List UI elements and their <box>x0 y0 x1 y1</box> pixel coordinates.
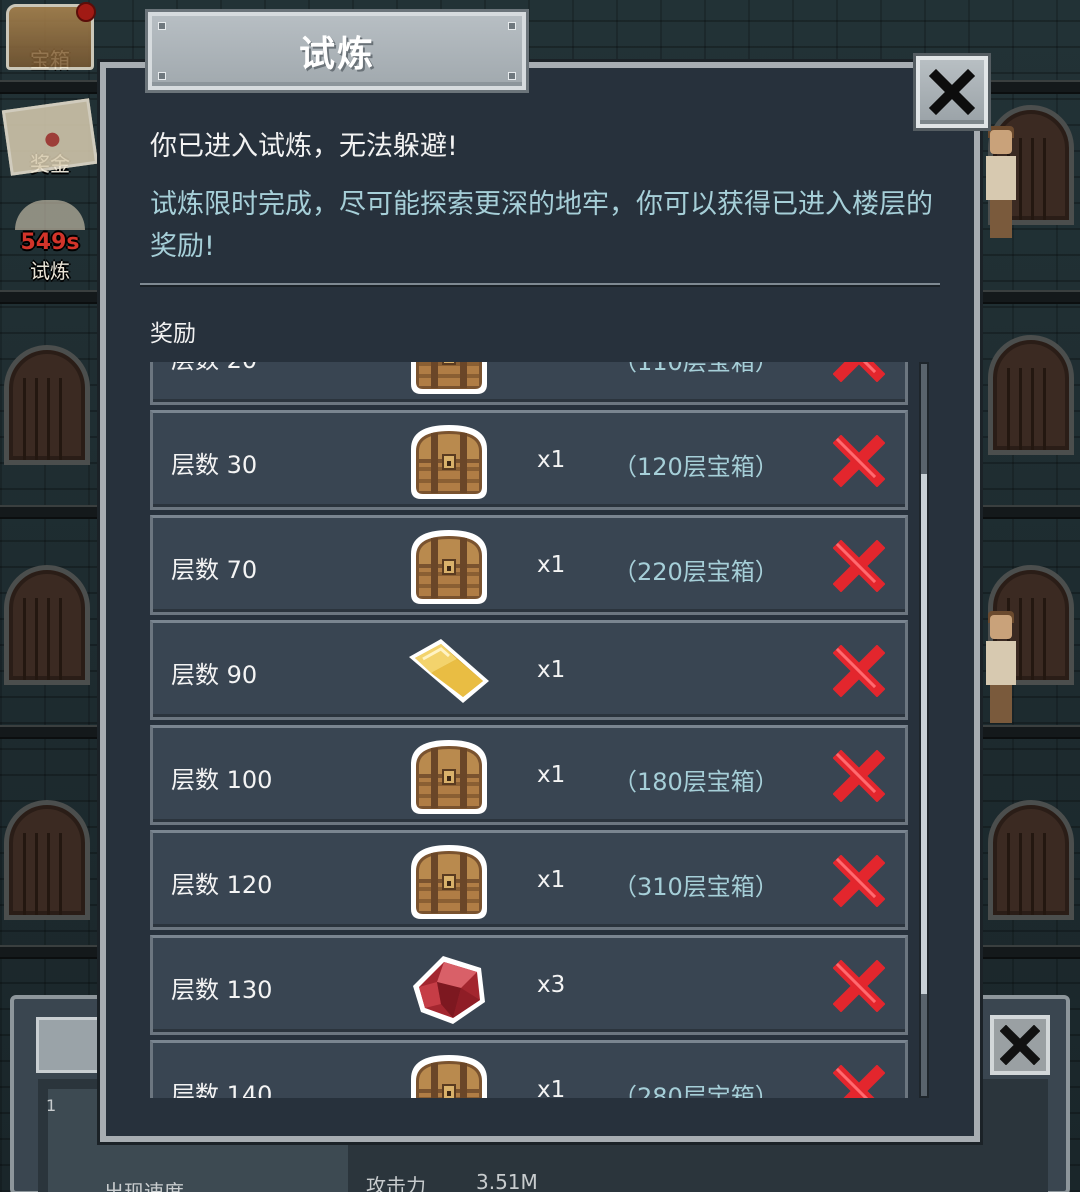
reward-list[interactable]: 层数 20 x1 （110层宝箱） 层数 30 x1 （120层宝箱） 层数 70 <box>150 362 912 1098</box>
gold-bar-icon <box>401 629 497 715</box>
hero-sprite <box>980 611 1020 725</box>
reward-row: 层数 120 x1 （310层宝箱） <box>150 830 908 930</box>
reward-scrollbar[interactable] <box>919 362 929 1098</box>
section-divider <box>140 283 940 287</box>
sidebar-label-trial: 试炼 <box>30 259 70 283</box>
reward-row: 层数 90 x1 <box>150 620 908 720</box>
reward-quantity: x1 <box>537 762 566 788</box>
letter-icon <box>1 98 99 176</box>
reward-floor: 层数 70 <box>171 556 258 584</box>
reward-row: 层数 100 x1 （180层宝箱） <box>150 725 908 825</box>
not-claimed-cross-icon <box>832 854 886 908</box>
treasure-chest-icon <box>401 839 497 925</box>
reward-quantity: x1 <box>537 552 566 578</box>
dialog-title: 试炼 <box>298 34 375 75</box>
scroll-icon <box>15 200 85 230</box>
reward-floor: 层数 120 <box>171 871 273 899</box>
not-claimed-cross-icon <box>832 362 886 383</box>
not-claimed-cross-icon <box>832 644 886 698</box>
bottom-caption: 出现速度 <box>104 1180 184 1192</box>
reward-note: （220层宝箱） <box>613 558 779 586</box>
rewards-heading: 奖励 <box>150 321 196 347</box>
treasure-chest-icon <box>401 1049 497 1098</box>
treasure-chest-icon <box>401 362 497 400</box>
reward-note: （120层宝箱） <box>613 453 779 481</box>
hero-sprite <box>980 126 1020 240</box>
treasure-chest-icon <box>401 524 497 610</box>
reward-note: （110层宝箱） <box>613 362 779 376</box>
dungeon-door <box>4 565 90 685</box>
treasure-chest-icon <box>401 734 497 820</box>
not-claimed-cross-icon <box>832 1064 886 1098</box>
stat-attack-label: 攻击力 <box>366 1174 426 1192</box>
reward-floor: 层数 140 <box>171 1081 273 1098</box>
notification-dot <box>76 2 96 22</box>
dungeon-door <box>4 800 90 920</box>
reward-floor: 层数 20 <box>171 362 257 375</box>
reward-floor: 层数 130 <box>171 976 273 1004</box>
not-claimed-cross-icon <box>832 959 886 1013</box>
reward-row: 层数 70 x1 （220层宝箱） <box>150 515 908 615</box>
reward-note: （180层宝箱） <box>613 768 779 796</box>
reward-row: 层数 30 x1 （120层宝箱） <box>150 410 908 510</box>
dungeon-door <box>988 335 1074 455</box>
reward-row: 层数 130 x3 <box>150 935 908 1035</box>
dungeon-door <box>4 345 90 465</box>
reward-quantity: x3 <box>537 972 566 998</box>
bottom-close-button[interactable] <box>990 1015 1050 1075</box>
scrollbar-thumb[interactable] <box>921 474 927 994</box>
reward-quantity: x1 <box>537 362 565 368</box>
dialog-title-plate: 试炼 <box>148 12 526 90</box>
reward-quantity: x1 <box>537 1077 566 1098</box>
reward-row: 层数 140 x1 （280层宝箱） <box>150 1040 908 1098</box>
reward-quantity: x1 <box>537 447 566 473</box>
not-claimed-cross-icon <box>832 749 886 803</box>
reward-floor: 层数 30 <box>171 451 258 479</box>
trial-description: 试炼限时完成，尽可能探索更深的地牢，你可以获得已进入楼层的奖励! <box>150 189 933 262</box>
reward-quantity: x1 <box>537 867 566 893</box>
not-claimed-cross-icon <box>832 539 886 593</box>
close-icon <box>929 69 975 115</box>
sidebar-item-chest[interactable]: 宝箱 <box>0 2 100 73</box>
reward-list-track: 层数 20 x1 （110层宝箱） 层数 30 x1 （120层宝箱） 层数 70 <box>150 362 912 1098</box>
close-button[interactable] <box>916 56 988 128</box>
reward-quantity: x1 <box>537 657 566 683</box>
sidebar-item-bounty[interactable]: 奖金 <box>0 98 100 177</box>
not-claimed-cross-icon <box>832 434 886 488</box>
stat-attack-value: 3.51M <box>476 1170 538 1192</box>
close-icon <box>1000 1025 1040 1065</box>
red-gem-icon <box>401 944 497 1030</box>
reward-floor: 层数 90 <box>171 661 258 689</box>
sidebar-item-trial[interactable]: 549s 试炼 <box>0 200 100 284</box>
slot-number: 1 <box>46 1096 57 1115</box>
trial-timer: 549s <box>20 230 80 255</box>
reward-row: 层数 20 x1 （110层宝箱） <box>150 362 908 405</box>
reward-floor: 层数 100 <box>171 766 273 794</box>
dungeon-door <box>988 800 1074 920</box>
treasure-chest-icon <box>401 419 497 505</box>
reward-note: （310层宝箱） <box>613 873 779 901</box>
trial-message: 你已进入试炼，无法躲避! <box>150 131 458 162</box>
reward-note: （280层宝箱） <box>613 1083 779 1098</box>
